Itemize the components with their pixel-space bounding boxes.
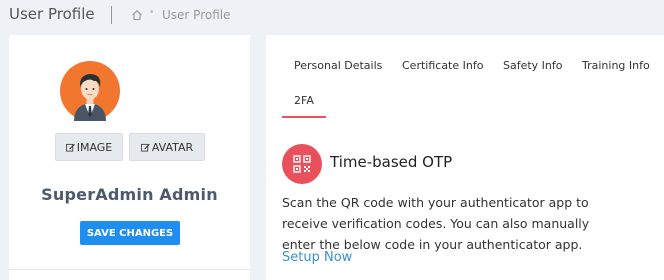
- avatar: [60, 61, 120, 121]
- active-tab-indicator: [282, 116, 326, 118]
- title-separator: [111, 6, 112, 24]
- otp-description: Scan the QR code with your authenticator…: [282, 195, 590, 252]
- tab-safety-info[interactable]: Safety Info: [503, 59, 563, 72]
- avatar-button-label: AVATAR: [151, 140, 194, 154]
- home-icon[interactable]: [131, 9, 143, 21]
- tab-training-info[interactable]: Training Info: [582, 59, 650, 72]
- profile-card: IMAGE AVATAR SuperAdmin Admin SAVE CHANG…: [9, 35, 250, 280]
- card-divider: [9, 269, 250, 270]
- qr-code-icon: [282, 144, 322, 184]
- edit-icon: [140, 143, 150, 152]
- page-header: User Profile • User Profile: [0, 0, 664, 34]
- details-card: Personal Details Certificate Info Safety…: [266, 35, 664, 280]
- avatar-button[interactable]: AVATAR: [129, 133, 205, 161]
- otp-title: Time-based OTP: [330, 153, 453, 171]
- edit-icon: [65, 143, 75, 152]
- tab-certificate-info[interactable]: Certificate Info: [402, 59, 483, 72]
- page-title: User Profile: [9, 5, 95, 23]
- breadcrumb-current: User Profile: [162, 8, 231, 22]
- tab-personal-details[interactable]: Personal Details: [294, 59, 382, 72]
- tab-2fa[interactable]: 2FA: [294, 94, 314, 107]
- user-name: SuperAdmin Admin: [41, 185, 218, 204]
- save-changes-button[interactable]: SAVE CHANGES: [80, 221, 180, 245]
- image-button[interactable]: IMAGE: [55, 133, 123, 161]
- breadcrumb-separator: •: [149, 8, 155, 18]
- setup-now-link[interactable]: Setup Now: [282, 250, 352, 265]
- image-button-label: IMAGE: [76, 140, 113, 154]
